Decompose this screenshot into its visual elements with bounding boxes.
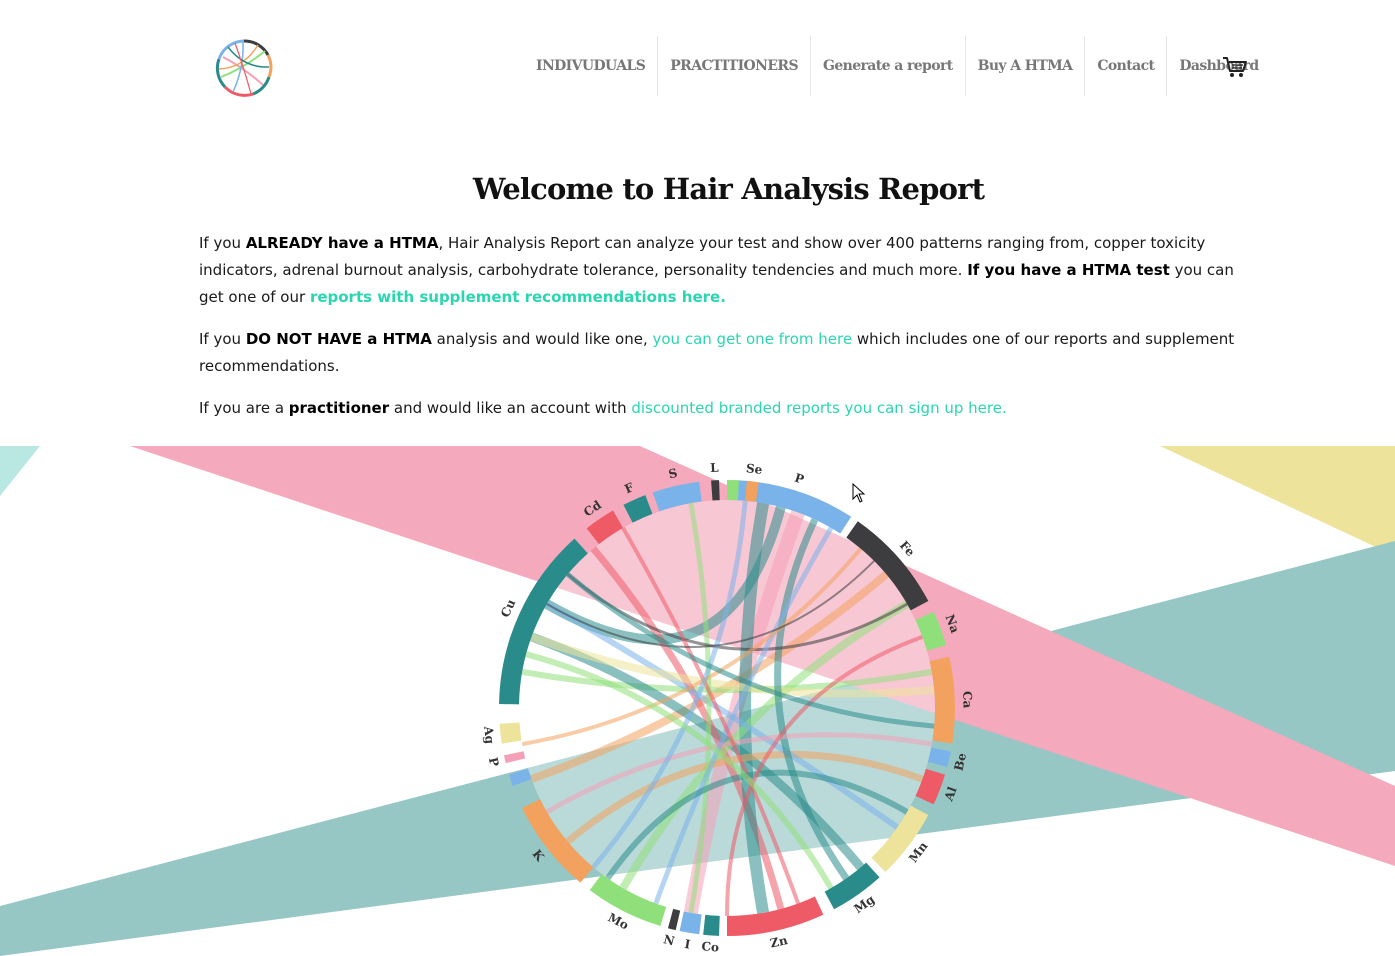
intro-paragraph-no-htma: If you DO NOT HAVE a HTMA analysis and w… [199,326,1259,380]
mouse-cursor-icon [852,483,866,503]
chord-label: Se [745,461,763,477]
reports-supplement-link[interactable]: reports with supplement recommendations … [310,288,726,306]
chord-arc-segment [915,611,947,651]
chord-label: Ag [481,725,497,746]
chord-label: I [684,937,692,952]
p2-text-1: If you [199,330,246,348]
chord-arc-segment [499,722,522,744]
chord-label: Co [701,939,719,954]
chord-label: Ca [960,691,975,709]
chord-arc-segment [652,481,702,512]
chord-arc-segment [623,495,653,523]
chord-arc-segment [508,768,532,786]
chord-label: Zn [769,933,789,951]
chord-label: Mo [606,910,631,932]
chord-arc-segment [929,656,955,744]
page-title: Welcome to Hair Analysis Report [472,172,985,206]
bg-band-yellow [1160,446,1395,556]
p1-bold-2: If you have a HTMA test [967,261,1170,279]
chord-logo-icon[interactable] [213,37,275,99]
chord-label: Fe [897,538,918,559]
chord-arc-segment [763,483,771,504]
chord-arc-segment [503,751,526,764]
p2-text-2: analysis and would like one, [431,330,653,348]
get-htma-link[interactable]: you can get one from here [653,330,853,348]
chord-arc-segment [703,914,720,936]
p2-bold-1: DO NOT HAVE a HTMA [245,330,432,348]
chord-label: P [793,471,806,487]
chord-arc-segment [927,747,951,768]
chord-arc-segment [915,768,946,805]
chord-label: Cu [498,597,518,620]
chord-arc-segment [667,908,681,931]
nav-individuals[interactable]: INDIVUDUALS [524,36,659,96]
chord-ribbons [519,500,935,917]
p1-text-1: If you [199,234,246,252]
nav-buy-htma[interactable]: Buy A HTMA [966,36,1086,96]
p3-bold-1: practitioner [288,399,390,417]
main-nav: INDIVUDUALS PRACTITIONERS Generate a rep… [524,36,1271,96]
intro-paragraph-practitioner: If you are a practitioner and would like… [199,395,1259,422]
chord-arc-segment [745,480,759,503]
chord-diagram-svg: PFeNaCaBeAlMnMgZnCoINMoKPAgCuCdFS L Se [0,446,1395,956]
nav-practitioners[interactable]: PRACTITIONERS [658,36,811,96]
nav-dashboard[interactable]: Dashboard [1167,36,1270,96]
intro-paragraph-existing-htma: If you ALREADY have a HTMA, Hair Analysi… [199,230,1259,311]
site-header: INDIVUDUALS PRACTITIONERS Generate a rep… [0,0,1395,130]
nav-contact[interactable]: Contact [1085,36,1168,96]
cart-icon[interactable] [1222,55,1248,79]
p1-bold-1: ALREADY have a HTMA [245,234,439,252]
practitioner-signup-link[interactable]: discounted branded reports you can sign … [631,399,1006,417]
chord-label: L [710,461,720,475]
chord-label: N [662,932,676,948]
chord-label: P [486,756,502,768]
chord-arc-segment [679,911,702,935]
hero-chord-graphic: P Fe Na Ca Be Al Mn Mg Zn Co I N Mo K P Ag Cu Cd F S L Se [0,446,1395,956]
nav-generate-report[interactable]: Generate a report [811,36,966,96]
p3-text-2: and would like an account with [389,399,632,417]
bg-corner-teal [0,446,40,496]
intro-content: If you ALREADY have a HTMA, Hair Analysi… [199,230,1259,437]
p3-text-1: If you are a [199,399,289,417]
